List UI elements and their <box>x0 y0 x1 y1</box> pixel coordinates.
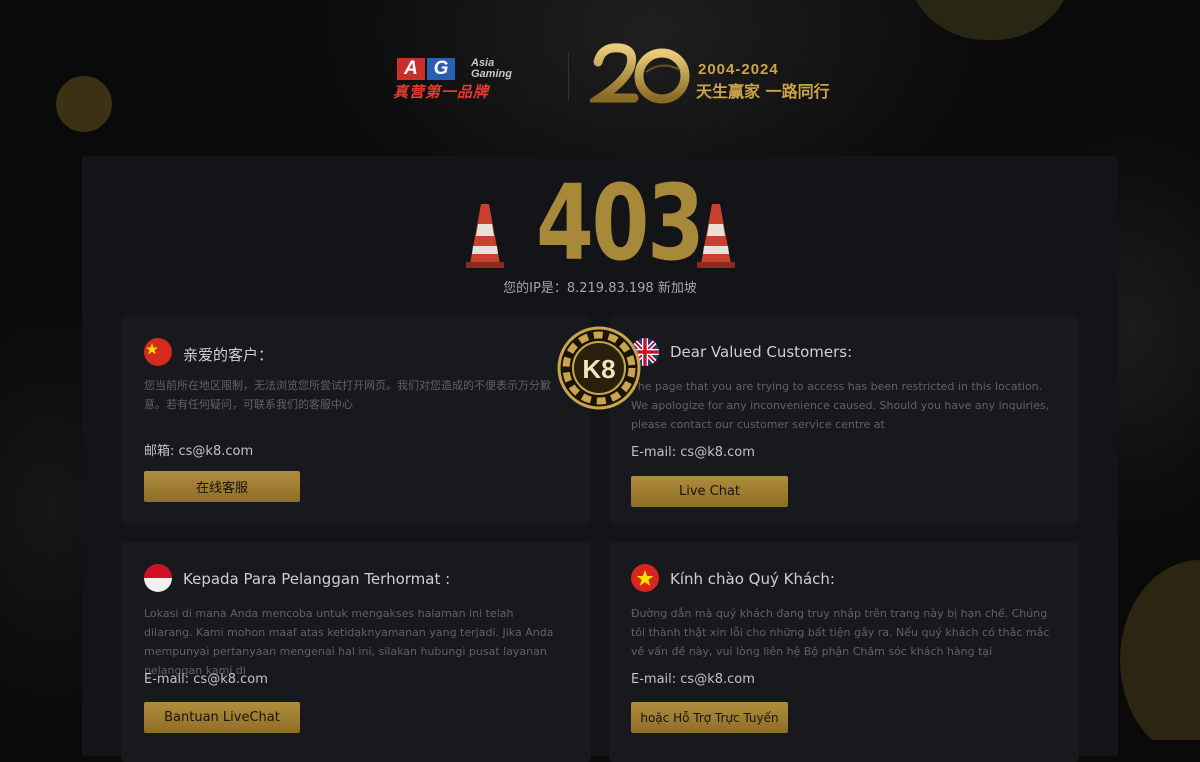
twenty-anniversary-emblem <box>590 43 690 104</box>
background-chip-right <box>1120 560 1200 740</box>
card-description: Lokasi di mana Anda mencoba untuk mengak… <box>144 607 554 677</box>
card-title: Kính chào Quý Khách: <box>670 570 835 588</box>
ag-logo-slogan: 真营第一品牌 <box>393 83 490 101</box>
card-title: Dear Valued Customers: <box>670 343 853 361</box>
error-code: 403 <box>536 162 705 284</box>
live-chat-button[interactable]: hoặc Hỗ Trợ Trực Tuyến <box>631 702 788 733</box>
svg-text:K8: K8 <box>582 354 615 384</box>
live-chat-button[interactable]: Live Chat <box>631 476 788 507</box>
card-chinese: 亲爱的客户： 您当前所在地区限制，无法浏览您所尝试打开网页。我们对您造成的不便表… <box>121 316 591 524</box>
card-description: 您当前所在地区限制，无法浏览您所尝试打开网页。我们对您造成的不便表示万分歉意。若… <box>144 379 551 411</box>
support-email: E-mail: cs@k8.com <box>631 672 755 687</box>
card-title: Kepada Para Pelanggan Terhormat : <box>183 570 451 588</box>
china-flag-icon <box>144 338 172 366</box>
card-english: Dear Valued Customers: The page that you… <box>609 316 1079 524</box>
ip-address-text: 您的IP是：8.219.83.198 新加坡 <box>503 281 697 296</box>
support-email: E-mail: cs@k8.com <box>631 445 755 460</box>
header-divider <box>568 52 569 100</box>
vietnam-flag-icon <box>631 564 659 592</box>
card-title: 亲爱的客户： <box>183 346 274 364</box>
header: A G Asia Gaming 真营第一品牌 2004-2024 天生赢家 一路… <box>0 40 1200 120</box>
live-chat-button[interactable]: Bantuan LiveChat <box>144 702 300 733</box>
live-chat-button[interactable]: 在线客服 <box>144 471 300 502</box>
card-description: Đường dẫn mà quý khách đang truy nhập tr… <box>631 607 1050 658</box>
k8-logo: K8 <box>557 326 641 410</box>
card-indonesian: Kepada Para Pelanggan Terhormat : Lokasi… <box>121 542 591 762</box>
card-description: The page that you are trying to access h… <box>631 380 1050 431</box>
anniversary-years: 2004-2024 <box>698 61 779 78</box>
traffic-cone-icon <box>466 204 504 268</box>
error-heading: 403 <box>82 162 1118 284</box>
card-vietnamese: Kính chào Quý Khách: Đường dẫn mà quý kh… <box>609 542 1079 762</box>
asia-gaming-logo: A G Asia Gaming 真营第一品牌 <box>393 57 535 102</box>
support-email: 邮箱: cs@k8.com <box>144 444 254 459</box>
error-panel: 403 您的IP是：8.219.83.198 新加坡 亲爱的客户： 您当前所在地… <box>82 156 1118 762</box>
ag-logo-subtitle: Asia Gaming <box>471 57 512 80</box>
traffic-cone-icon <box>697 204 735 268</box>
indonesia-flag-icon <box>144 564 172 592</box>
support-email: E-mail: cs@k8.com <box>144 672 268 687</box>
anniversary-slogan: 天生赢家 一路同行 <box>696 82 830 101</box>
